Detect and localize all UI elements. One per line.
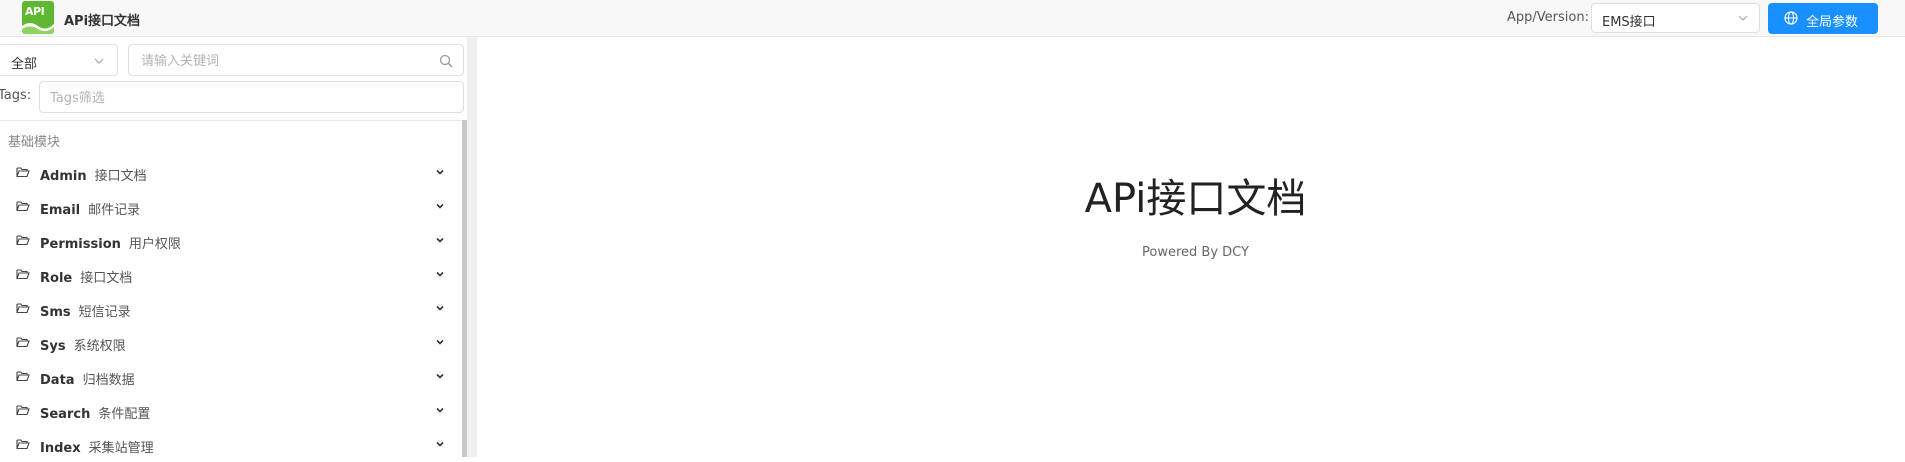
tags-label: Tags:: [0, 88, 32, 103]
menu-item-label: Email 邮件记录: [40, 203, 141, 218]
search-input[interactable]: [141, 51, 431, 71]
menu-item-sys[interactable]: Sys 系统权限: [0, 326, 460, 360]
menu-item-email[interactable]: Email 邮件记录: [0, 190, 460, 224]
logo-text: API: [25, 5, 45, 18]
menu-item-label: Search 条件配置: [40, 407, 151, 422]
api-logo-icon: API: [22, 1, 54, 34]
sidebar-resize-border[interactable]: [467, 37, 477, 457]
menu-item-search[interactable]: Search 条件配置: [0, 394, 460, 428]
scope-select[interactable]: 全部: [0, 44, 118, 76]
chevron-down-icon: [436, 407, 444, 413]
folder-open-icon: [16, 303, 30, 314]
chevron-down-icon: [1738, 15, 1748, 21]
chevron-down-icon: [436, 237, 444, 243]
tags-filter-input[interactable]: [50, 88, 450, 108]
menu-item-label: Permission 用户权限: [40, 237, 181, 252]
chevron-down-icon: [436, 441, 444, 447]
top-bar: API APi接口文档 App/Version: EMS接口 全局参数: [0, 0, 1905, 37]
menu-item-label: Sms 短信记录: [40, 305, 131, 320]
menu-item-label: Data 归档数据: [40, 373, 135, 388]
chevron-down-icon: [436, 169, 444, 175]
menu-item-role[interactable]: Role 接口文档: [0, 258, 460, 292]
global-params-label: 全局参数: [1806, 15, 1859, 30]
folder-open-icon: [16, 439, 30, 450]
menu-item-label: Sys 系统权限: [40, 339, 126, 354]
folder-open-icon: [16, 235, 30, 246]
search-box: [128, 44, 464, 76]
group-label: 基础模块: [8, 135, 61, 150]
app-version-value: EMS接口: [1602, 15, 1656, 30]
page-title: APi接口文档: [1084, 176, 1307, 222]
menu-item-label: Index 采集站管理: [40, 441, 154, 456]
powered-by-text: Powered By DCY: [1142, 245, 1249, 260]
divider: [0, 120, 466, 121]
app-version-label: App/Version:: [1507, 10, 1589, 25]
menu-item-label: Role 接口文档: [40, 271, 133, 286]
menu-item-admin[interactable]: Admin 接口文档: [0, 156, 460, 190]
globe-icon: [1784, 11, 1798, 25]
folder-open-icon: [16, 201, 30, 212]
logo-wave-icon: [22, 23, 54, 34]
global-params-button[interactable]: 全局参数: [1768, 3, 1878, 34]
chevron-down-icon: [436, 305, 444, 311]
menu-item-sms[interactable]: Sms 短信记录: [0, 292, 460, 326]
folder-open-icon: [16, 167, 30, 178]
scope-value: 全部: [11, 57, 38, 72]
chevron-down-icon: [436, 271, 444, 277]
folder-open-icon: [16, 371, 30, 382]
app-version-select[interactable]: EMS接口: [1591, 3, 1760, 33]
menu-item-permission[interactable]: Permission 用户权限: [0, 224, 460, 258]
chevron-down-icon: [436, 339, 444, 345]
folder-open-icon: [16, 405, 30, 416]
tags-box: [39, 81, 464, 113]
main-content: APi接口文档 Powered By DCY: [477, 37, 1905, 457]
chevron-down-icon: [94, 58, 104, 64]
search-icon[interactable]: [439, 54, 453, 68]
sidebar: 全部 Tags: 基础模块 Admin接口文档 Email邮件记录 Permis…: [0, 37, 477, 457]
folder-open-icon: [16, 337, 30, 348]
menu-item-data[interactable]: Data 归档数据: [0, 360, 460, 394]
chevron-down-icon: [436, 373, 444, 379]
app-title: APi接口文档: [64, 14, 141, 29]
menu-item-label: Admin 接口文档: [40, 169, 147, 184]
folder-open-icon: [16, 269, 30, 280]
chevron-down-icon: [436, 203, 444, 209]
